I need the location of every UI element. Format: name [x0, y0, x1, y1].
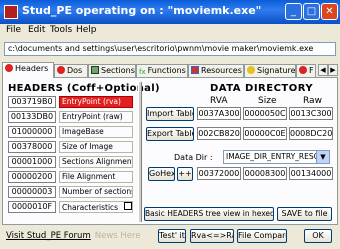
- tab-headers[interactable]: Headers: [2, 62, 54, 78]
- minimize-button[interactable]: _: [285, 3, 302, 20]
- tab-dos[interactable]: Dos: [54, 64, 88, 77]
- footer-links: Visit Stud_PE Forum News Here: [6, 231, 141, 241]
- header-label: Number of sections: [59, 186, 133, 198]
- column-raw: Raw: [303, 96, 322, 106]
- tab-strip: Headers Dos Sections fx Functions Resourc…: [2, 62, 338, 78]
- entry-raw-field[interactable]: 00134000: [289, 167, 333, 180]
- red-pin-icon: [299, 66, 307, 74]
- header-row: 01000000 ImageBase: [8, 126, 136, 139]
- header-row: 00378000 Size of Image: [8, 141, 136, 154]
- export-rva-field[interactable]: 002CB820: [197, 127, 241, 140]
- export-raw-field[interactable]: 0008DC20: [289, 127, 333, 140]
- plus-plus-button[interactable]: ++: [177, 167, 193, 181]
- vertical-divider: [138, 82, 142, 222]
- news-label: News Here: [94, 231, 141, 241]
- red-pin-icon: [5, 64, 13, 72]
- header-label: EntryPoint (rva): [59, 96, 133, 108]
- tab-f[interactable]: F: [296, 64, 316, 77]
- menu-tools[interactable]: Tools: [50, 25, 72, 35]
- fx-icon: fx: [139, 68, 146, 76]
- header-value[interactable]: 00001000: [8, 156, 56, 168]
- entry-size-field[interactable]: 00008300: [243, 167, 287, 180]
- ok-button[interactable]: OK: [304, 229, 332, 243]
- forum-link[interactable]: Visit Stud_PE Forum: [6, 231, 91, 241]
- header-label: File Alignment: [59, 171, 133, 183]
- data-dir-select[interactable]: IMAGE_DIR_ENTRY_RESOURCE ▼: [223, 150, 330, 164]
- import-raw-field[interactable]: 0013C300: [289, 107, 333, 120]
- basic-headers-tree-button[interactable]: Basic HEADERS tree view in hexeditor: [144, 207, 274, 221]
- red-pin-icon: [57, 66, 65, 74]
- header-label: Sections Alignment: [59, 156, 133, 168]
- data-directory-title: DATA DIRECTORY: [210, 83, 314, 94]
- signature-icon: [247, 66, 255, 74]
- tab-scroll-right-icon[interactable]: ▶: [328, 64, 338, 76]
- tab-scroll-left-icon[interactable]: ◀: [318, 64, 328, 76]
- characteristics-detail-icon[interactable]: [124, 202, 132, 210]
- close-button[interactable]: ✕: [321, 3, 338, 20]
- export-size-field[interactable]: 00000C0E: [243, 127, 287, 140]
- tab-sections[interactable]: Sections: [88, 64, 136, 77]
- grid-icon: [91, 66, 99, 74]
- rva-raw-button[interactable]: Rva<=>Raw: [190, 229, 234, 243]
- header-value[interactable]: 00000200: [8, 171, 56, 183]
- header-label: ImageBase: [59, 126, 133, 138]
- header-label: Size of Image: [59, 141, 133, 153]
- app-icon: [4, 5, 18, 19]
- main-window: Stud_PE operating on : "moviemk.exe" _ □…: [0, 0, 340, 249]
- header-value[interactable]: 00000003: [8, 186, 56, 198]
- column-size: Size: [258, 96, 277, 106]
- title-bar[interactable]: Stud_PE operating on : "moviemk.exe" _ □…: [0, 0, 340, 24]
- tab-resources[interactable]: Resources: [188, 64, 244, 77]
- chevron-down-icon[interactable]: ▼: [316, 151, 329, 163]
- test-it-button[interactable]: Test' it: [158, 229, 186, 243]
- header-row: 0000010F Characteristics: [8, 201, 136, 214]
- menu-bar: File Edit Tools Help: [0, 24, 340, 38]
- header-row: 00000003 Number of sections: [8, 186, 136, 199]
- menu-file[interactable]: File: [6, 25, 21, 35]
- menu-edit[interactable]: Edit: [28, 25, 45, 35]
- export-table-button[interactable]: Export Table: [146, 127, 194, 141]
- import-table-button[interactable]: Import Table: [146, 107, 194, 121]
- header-label: Characteristics: [59, 201, 133, 213]
- entry-rva-field[interactable]: 00372000: [197, 167, 241, 180]
- file-compare-button[interactable]: File Compare: [237, 229, 287, 243]
- save-to-file-button[interactable]: SAVE to file: [277, 207, 332, 221]
- window-title: Stud_PE operating on : "moviemk.exe": [22, 4, 262, 17]
- header-value[interactable]: 01000000: [8, 126, 56, 138]
- header-row: 00133DB0 EntryPoint (raw): [8, 111, 136, 124]
- header-row: 00000200 File Alignment: [8, 171, 136, 184]
- header-row: 00001000 Sections Alignment: [8, 156, 136, 169]
- gohex-button[interactable]: GoHex: [148, 167, 175, 181]
- header-row: 003719B0 EntryPoint (rva): [8, 96, 136, 109]
- tab-signature[interactable]: Signature: [244, 64, 296, 77]
- header-value[interactable]: 00378000: [8, 141, 56, 153]
- header-value[interactable]: 00133DB0: [8, 111, 56, 123]
- file-path-field[interactable]: c:\documents and settings\user\escritori…: [4, 42, 336, 56]
- header-value[interactable]: 003719B0: [8, 96, 56, 108]
- header-label: EntryPoint (raw): [59, 111, 133, 123]
- resources-icon: [191, 66, 199, 74]
- column-rva: RVA: [210, 96, 228, 106]
- data-dir-label: Data Dir :: [174, 153, 213, 162]
- tab-functions[interactable]: fx Functions: [136, 64, 188, 77]
- header-value[interactable]: 0000010F: [8, 201, 56, 213]
- import-size-field[interactable]: 0000050C: [243, 107, 287, 120]
- menu-help[interactable]: Help: [76, 25, 97, 35]
- import-rva-field[interactable]: 0037A300: [197, 107, 241, 120]
- maximize-button[interactable]: □: [303, 3, 320, 20]
